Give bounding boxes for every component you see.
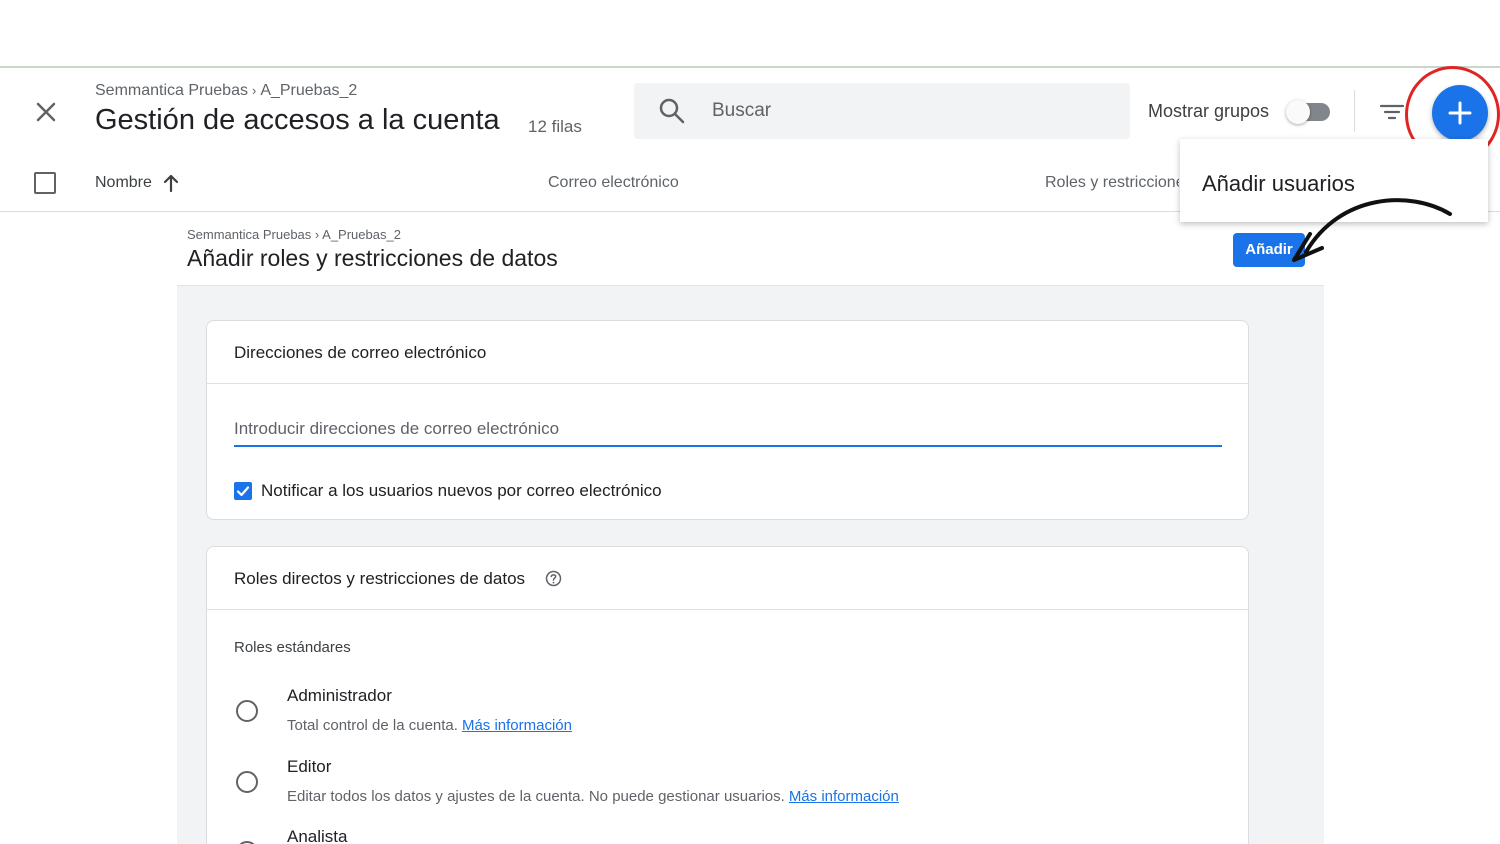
close-button[interactable] [30,96,62,128]
role-name: Analista [287,827,348,844]
more-info-link[interactable]: Más información [462,717,572,734]
radio-editor[interactable] [236,771,258,793]
roles-card: Roles directos y restricciones de datos … [206,546,1249,844]
breadcrumb-separator: › [251,83,257,98]
menu-item-add-users[interactable]: Añadir usuarios [1202,171,1355,197]
filter-icon [1379,104,1405,120]
page: Semmantica Pruebas › A_Pruebas_2 Gestión d… [0,0,1500,844]
panel-breadcrumb: Semmantica Pruebas › A_Pruebas_2 [187,227,401,242]
column-header-email[interactable]: Correo electrónico [548,174,679,192]
roles-card-title: Roles directos y restricciones de datos [234,569,526,588]
filter-button[interactable] [1378,100,1406,124]
email-input[interactable]: Introducir direcciones de correo electró… [234,419,1222,447]
breadcrumb: Semmantica Pruebas › A_Pruebas_2 [95,82,357,100]
toggle-knob [1286,100,1310,124]
search-box[interactable]: Buscar [634,83,1130,139]
search-input[interactable]: Buscar [712,100,771,122]
plus-icon [1448,101,1472,125]
select-all-checkbox[interactable] [34,172,56,194]
standard-roles-label: Roles estándares [234,639,351,656]
show-groups-label: Mostrar grupos [1148,101,1270,121]
column-header-roles[interactable]: Roles y restricciones [1045,174,1179,192]
card-header: Roles directos y restricciones de datos [207,547,1248,610]
role-name: Editor [287,757,332,776]
help-icon[interactable] [545,570,562,587]
notify-label: Notificar a los usuarios nuevos por corr… [261,481,662,500]
breadcrumb-item[interactable]: Semmantica Pruebas [187,227,311,242]
email-card-title: Direcciones de correo electrónico [234,343,487,362]
role-name: Administrador [287,686,392,705]
show-groups-toggle[interactable] [1286,100,1332,124]
search-icon [659,98,685,124]
page-title: Gestión de accesos a la cuenta [95,104,500,136]
role-description: Editar todos los datos y ajustes de la c… [287,788,899,805]
role-desc-text: Editar todos los datos y ajustes de la c… [287,788,785,805]
breadcrumb-item[interactable]: A_Pruebas_2 [260,82,357,99]
close-icon [36,102,56,122]
role-description: Total control de la cuenta. Más informaci… [287,717,572,734]
breadcrumb-item[interactable]: Semmantica Pruebas [95,82,248,99]
role-desc-text: Total control de la cuenta. [287,717,458,734]
email-card: Direcciones de correo electrónico Introd… [206,320,1249,520]
breadcrumb-separator: › [314,227,320,242]
top-divider [0,66,1500,68]
header-divider [1354,90,1355,132]
column-header-name[interactable]: Nombre [95,174,152,192]
add-button[interactable]: Añadir [1233,233,1305,267]
check-icon [236,486,250,497]
card-header: Direcciones de correo electrónico [207,321,1248,384]
add-fab-button[interactable] [1432,85,1488,141]
arrow-up-icon[interactable] [162,173,180,193]
radio-administrador[interactable] [236,700,258,722]
row-count: 12 filas [528,117,582,136]
more-info-link[interactable]: Más información [789,788,899,805]
breadcrumb-item[interactable]: A_Pruebas_2 [322,227,401,242]
panel-title: Añadir roles y restricciones de datos [187,245,558,271]
add-menu: Añadir usuarios [1180,139,1488,222]
notify-checkbox[interactable] [234,482,252,500]
